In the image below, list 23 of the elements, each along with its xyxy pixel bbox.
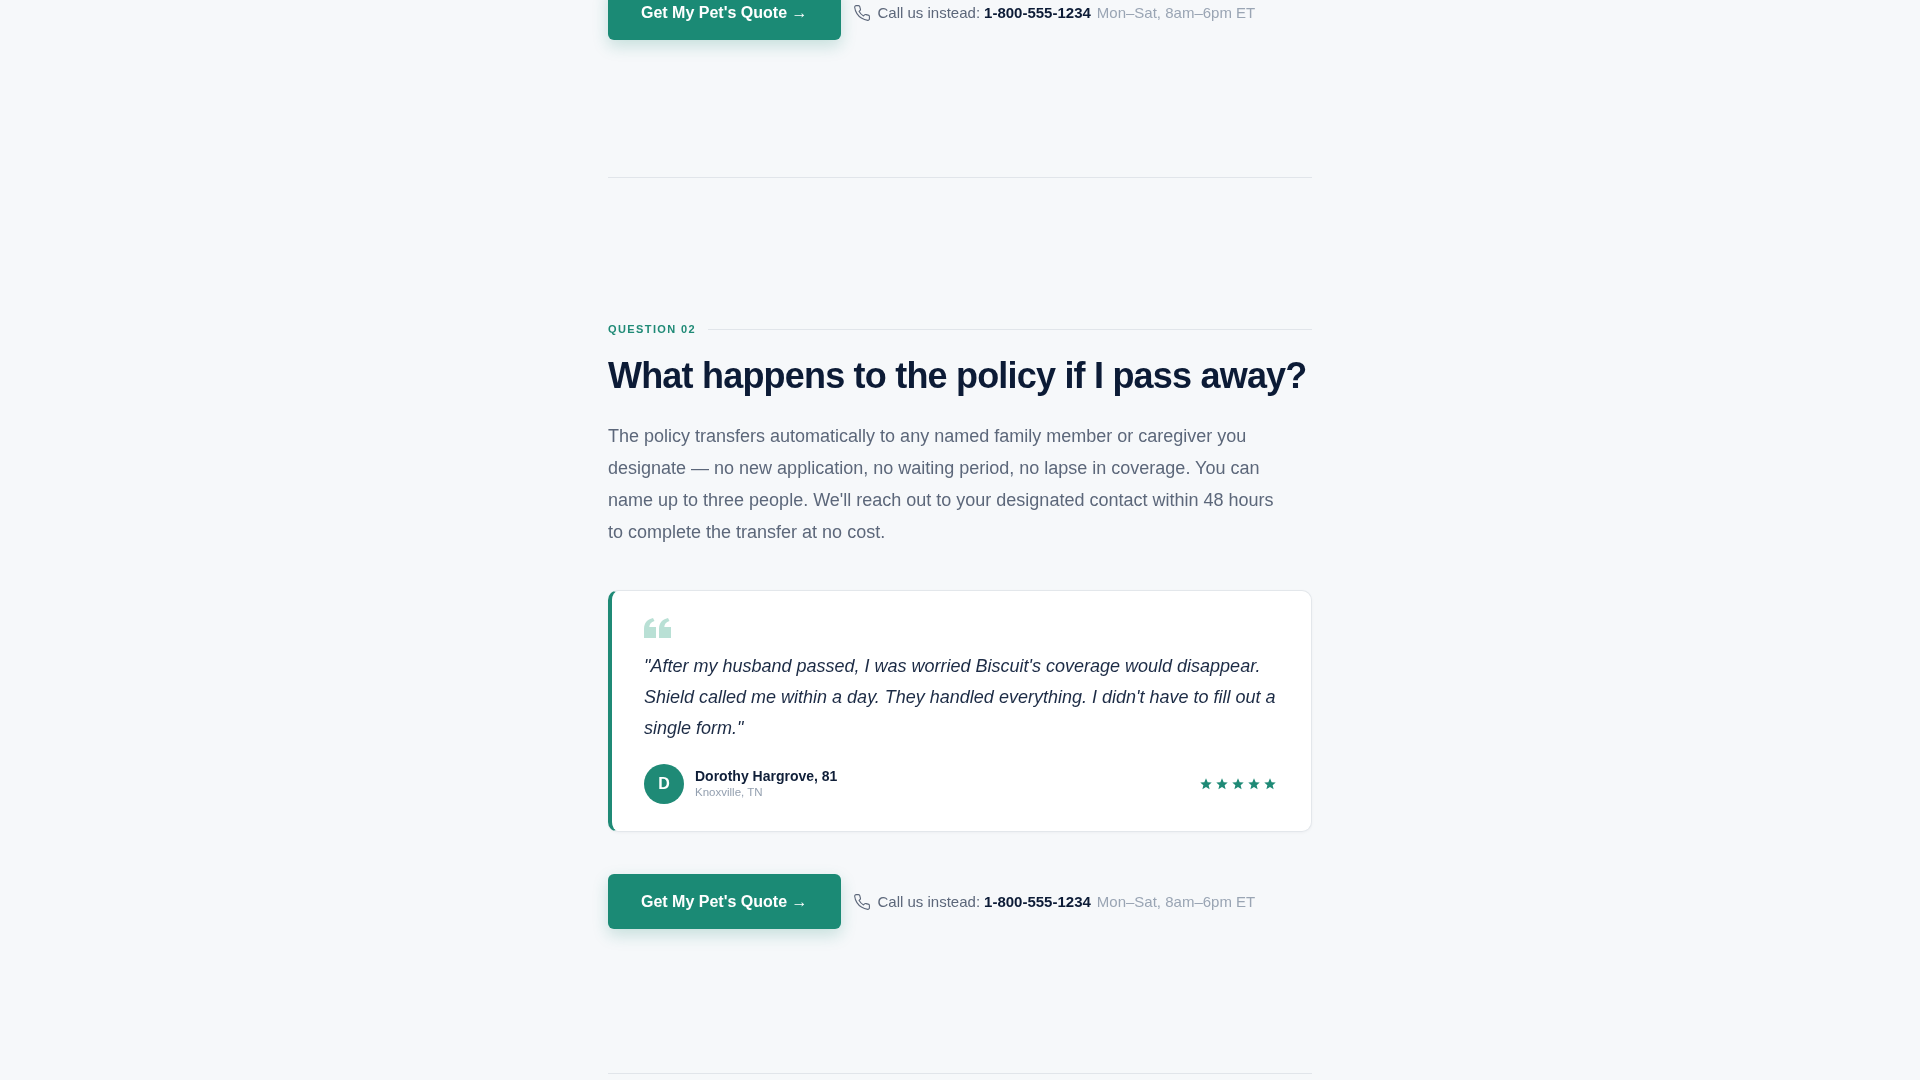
testimonial-quote: "After my husband passed, I was worried Biscuit's coverage would disappear. Shield called me within a day. They handled everything. I didn't have to fill out a single form." (644, 655, 1276, 740)
hours-text: Mon–Sat, 8am–6pm ET (1096, 893, 1256, 910)
question-label: QUESTION 02 (608, 322, 697, 336)
question-heading: What happens to the policy if I pass away? (608, 354, 1308, 397)
star-icon (1200, 778, 1212, 790)
phone-link[interactable]: 1-800-555-1234 (984, 893, 1091, 910)
call-label: Call us instead: (877, 4, 981, 21)
phone-link[interactable]: 1-800-555-1234 (984, 4, 1091, 21)
answer-text: The policy transfers automatically to any named family member or caregiver you designate — no new application, no waiting period, no lapse in coverage. You can name up to three people. We'll reach out to your designated contact within 48 hours to complete the transfer at no cost. (608, 425, 1275, 544)
phone-icon (853, 4, 870, 21)
star-icon (1248, 778, 1260, 790)
author-location: Knoxville, TN (695, 785, 763, 800)
star-icon (1232, 778, 1244, 790)
star-icon (1216, 778, 1228, 790)
avatar-initial: D (644, 764, 684, 804)
quote-button[interactable]: Get My Pet's Quote → (608, 874, 841, 929)
author-name: Dorothy Hargrove, 81 (695, 768, 838, 785)
call-label: Call us instead: (877, 893, 981, 910)
quote-icon (644, 618, 672, 638)
hours-text: Mon–Sat, 8am–6pm ET (1096, 4, 1256, 21)
quote-button[interactable]: Get My Pet's Quote → (608, 0, 841, 40)
star-icon (1264, 778, 1276, 790)
phone-icon (853, 893, 870, 910)
